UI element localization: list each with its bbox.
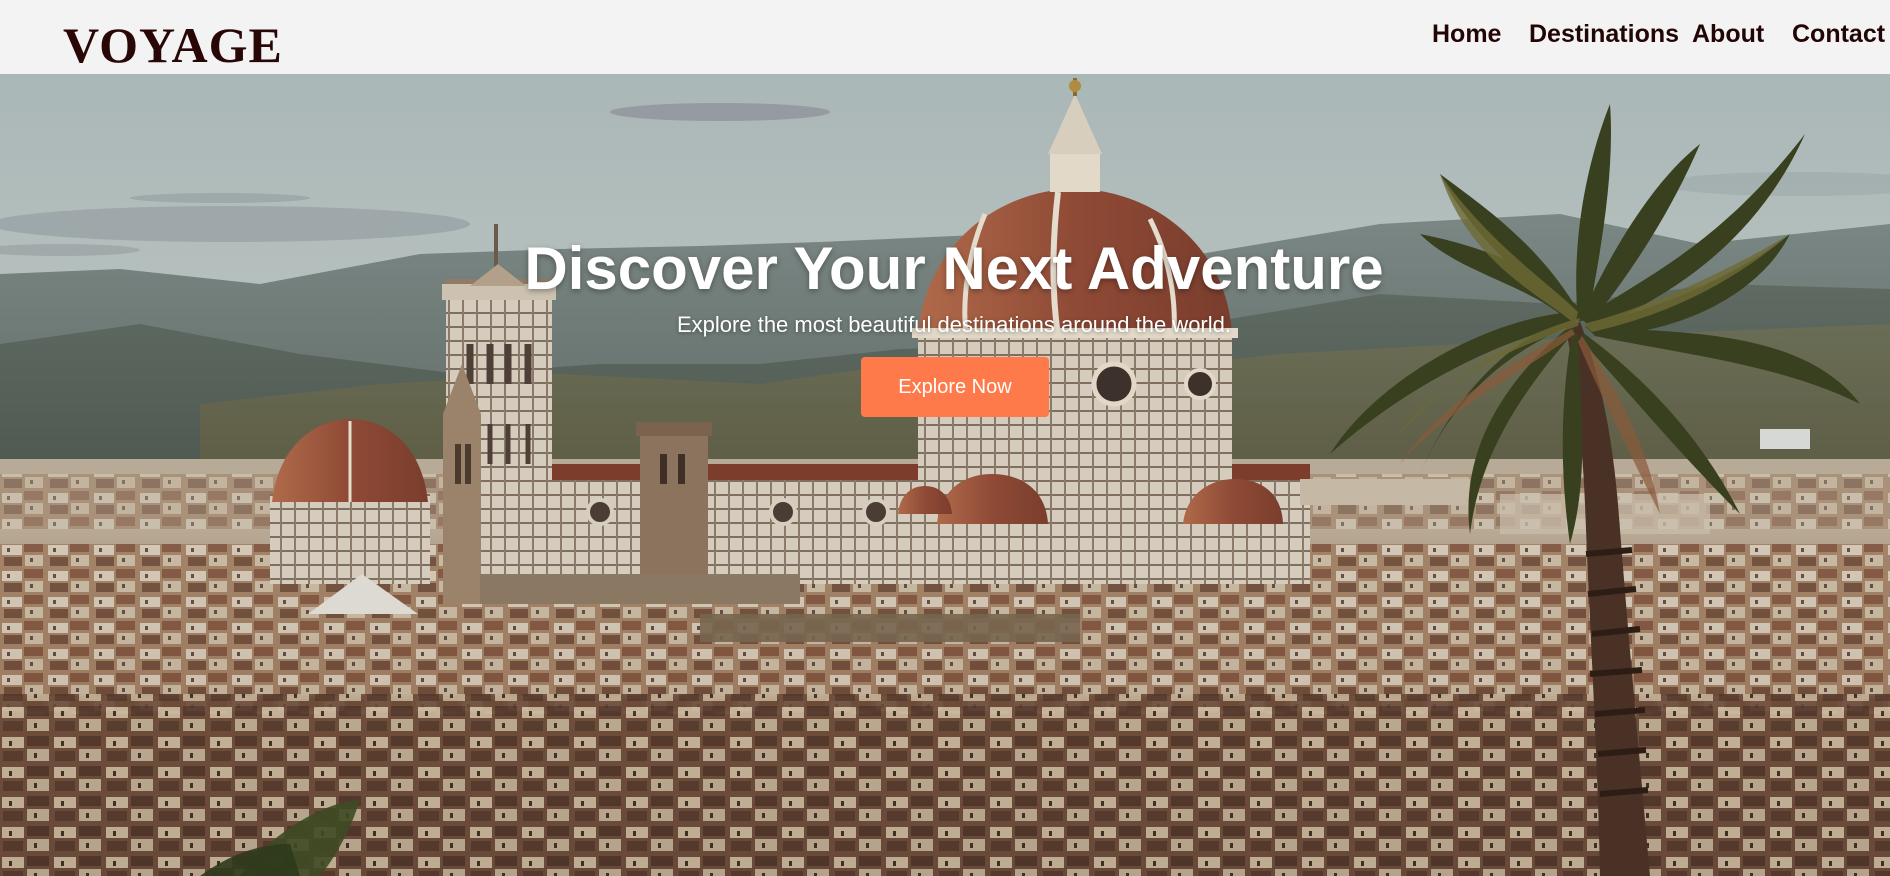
site-header: VOYAGE Home Destinations About Contact	[0, 0, 1890, 74]
hero-section: Discover Your Next Adventure Explore the…	[0, 74, 1890, 876]
nav-item-about[interactable]: About	[1692, 20, 1764, 49]
explore-now-button[interactable]: Explore Now	[861, 357, 1049, 417]
hero-title: Discover Your Next Adventure	[524, 235, 1384, 303]
hero-background-image	[0, 74, 1890, 876]
page: VOYAGE Home Destinations About Contact D…	[0, 0, 1890, 876]
nav-item-contact[interactable]: Contact	[1792, 20, 1885, 49]
nav-item-destinations[interactable]: Destinations	[1529, 20, 1679, 49]
site-logo[interactable]: VOYAGE	[63, 20, 283, 70]
nav-item-home[interactable]: Home	[1432, 20, 1501, 49]
hero-subtitle: Explore the most beautiful destinations …	[677, 312, 1231, 337]
